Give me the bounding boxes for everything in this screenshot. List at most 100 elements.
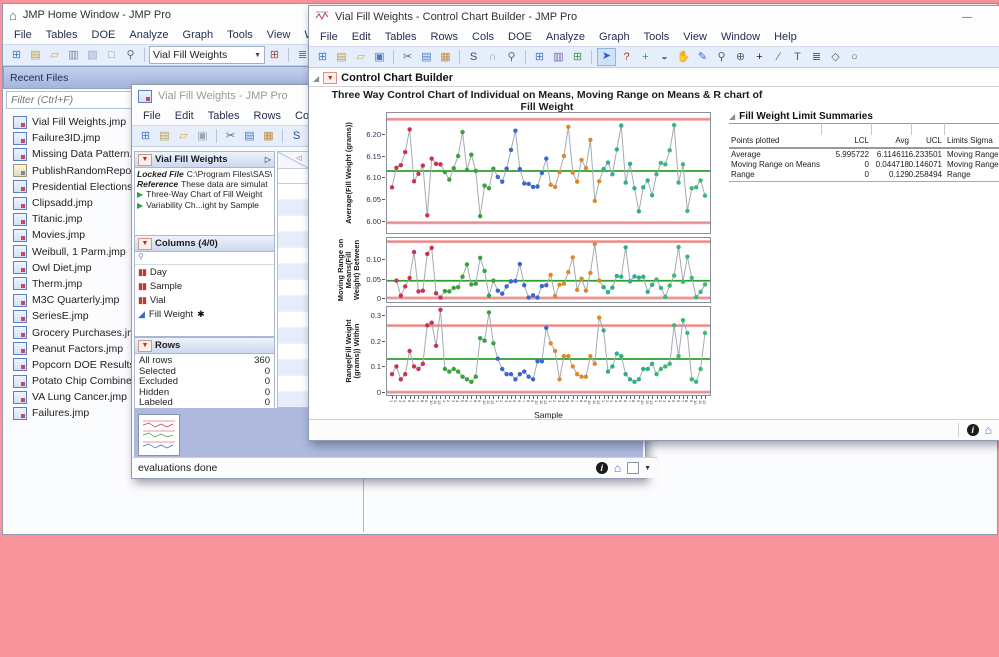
columns-panel-header[interactable]: ▼ Columns (4/0) — [134, 235, 275, 252]
data-point[interactable] — [552, 293, 558, 299]
polygon-icon[interactable]: ◇ — [827, 49, 844, 65]
data-point[interactable] — [680, 279, 686, 284]
menu-view[interactable]: View — [676, 30, 714, 44]
data-point[interactable] — [500, 291, 505, 296]
data-point[interactable] — [698, 366, 703, 372]
data-point[interactable] — [671, 323, 677, 328]
rows-stat-hidden[interactable]: Hidden 0 — [135, 387, 274, 398]
menu-graph[interactable]: Graph — [176, 28, 221, 42]
menu-cols[interactable]: Cols — [465, 30, 501, 44]
data-point[interactable] — [451, 285, 456, 291]
data-point[interactable] — [535, 295, 540, 300]
red-triangle-icon[interactable]: ▼ — [138, 153, 152, 166]
data-point[interactable] — [530, 184, 536, 190]
new-data-table-icon[interactable]: ⊞ — [137, 128, 154, 144]
data-point[interactable] — [671, 273, 677, 278]
data-point[interactable] — [508, 371, 514, 377]
data-point[interactable] — [517, 261, 523, 267]
maximize-checkbox[interactable] — [627, 462, 640, 474]
data-point[interactable] — [601, 284, 606, 290]
data-point[interactable] — [522, 283, 527, 288]
data-point[interactable] — [429, 320, 434, 325]
new-journal-icon[interactable]: ▤ — [333, 49, 350, 65]
data-point[interactable] — [583, 374, 589, 379]
data-point[interactable] — [398, 293, 404, 298]
data-point[interactable] — [544, 325, 549, 331]
expand-icon[interactable]: ▷ — [265, 155, 271, 164]
data-point[interactable] — [482, 338, 487, 343]
control-chart-panel-2[interactable] — [386, 306, 711, 396]
new-window-icon[interactable]: □ — [103, 47, 120, 63]
data-point[interactable] — [451, 166, 456, 171]
data-point[interactable] — [623, 180, 628, 185]
data-point[interactable] — [394, 364, 399, 369]
save-icon[interactable]: ▣ — [194, 128, 211, 144]
data-point[interactable] — [407, 275, 412, 281]
data-point[interactable] — [433, 343, 439, 349]
menu-analyze[interactable]: Analyze — [122, 28, 175, 42]
data-point[interactable] — [610, 285, 615, 290]
paste-icon[interactable]: ▦ — [260, 128, 277, 144]
copy-icon[interactable]: ▤ — [241, 128, 258, 144]
data-point[interactable] — [689, 275, 694, 281]
data-point[interactable] — [685, 330, 690, 336]
disclosure-icon[interactable]: ◢ — [729, 112, 735, 121]
data-point[interactable] — [588, 353, 593, 359]
menu-rows[interactable]: Rows — [247, 109, 289, 123]
data-point[interactable] — [473, 374, 478, 379]
rows-stat-labeled[interactable]: Labeled 0 — [135, 397, 274, 408]
data-point[interactable] — [438, 295, 443, 300]
menu-doe[interactable]: DOE — [501, 30, 539, 44]
data-point[interactable] — [583, 166, 589, 171]
chart-window-titlebar[interactable]: Vial Fill Weights - Control Chart Builde… — [309, 6, 999, 28]
data-point[interactable] — [482, 183, 487, 188]
data-point[interactable] — [526, 295, 531, 300]
data-point[interactable] — [676, 244, 681, 250]
data-point[interactable] — [460, 129, 465, 135]
data-point[interactable] — [693, 379, 699, 385]
data-point[interactable] — [522, 369, 527, 374]
data-point[interactable] — [605, 369, 611, 374]
data-point[interactable] — [579, 157, 584, 163]
chart-thumbnail[interactable] — [138, 414, 180, 456]
table-script[interactable]: ▶ Variability Ch...ight by Sample — [137, 200, 272, 211]
data-point[interactable] — [460, 374, 465, 379]
data-point[interactable] — [429, 156, 434, 161]
data-point[interactable] — [539, 283, 545, 289]
menu-rows[interactable]: Rows — [424, 30, 466, 44]
columns-info-icon[interactable]: ▥ — [550, 49, 567, 65]
data-point[interactable] — [451, 366, 456, 372]
new-journal-icon[interactable]: ▤ — [27, 47, 44, 63]
data-point[interactable] — [702, 193, 708, 198]
data-point[interactable] — [667, 361, 672, 367]
data-point[interactable] — [667, 283, 672, 288]
lock-icon[interactable]: ∩ — [484, 49, 501, 65]
menu-file[interactable]: File — [7, 28, 39, 42]
data-point[interactable] — [698, 178, 703, 183]
data-point[interactable] — [411, 179, 417, 184]
menu-edit[interactable]: Edit — [168, 109, 201, 123]
data-point[interactable] — [693, 185, 699, 190]
data-point[interactable] — [394, 278, 399, 283]
data-point[interactable] — [530, 377, 536, 382]
menu-tables[interactable]: Tables — [378, 30, 424, 44]
data-point[interactable] — [486, 310, 492, 315]
data-point[interactable] — [464, 377, 470, 382]
data-point[interactable] — [636, 275, 642, 280]
data-point[interactable] — [544, 156, 549, 161]
data-point[interactable] — [416, 171, 421, 177]
data-point[interactable] — [548, 182, 553, 187]
data-point[interactable] — [588, 137, 593, 143]
data-point[interactable] — [552, 184, 558, 190]
data-point[interactable] — [663, 364, 668, 369]
data-point[interactable] — [482, 268, 487, 274]
data-point[interactable] — [433, 161, 439, 167]
info-icon[interactable]: i — [595, 462, 608, 474]
data-point[interactable] — [574, 287, 580, 293]
data-point[interactable] — [623, 371, 628, 377]
hand-icon[interactable]: ✋ — [675, 49, 692, 65]
data-point[interactable] — [491, 341, 496, 346]
data-point[interactable] — [442, 366, 448, 372]
data-point[interactable] — [680, 317, 686, 323]
data-point[interactable] — [469, 282, 474, 287]
